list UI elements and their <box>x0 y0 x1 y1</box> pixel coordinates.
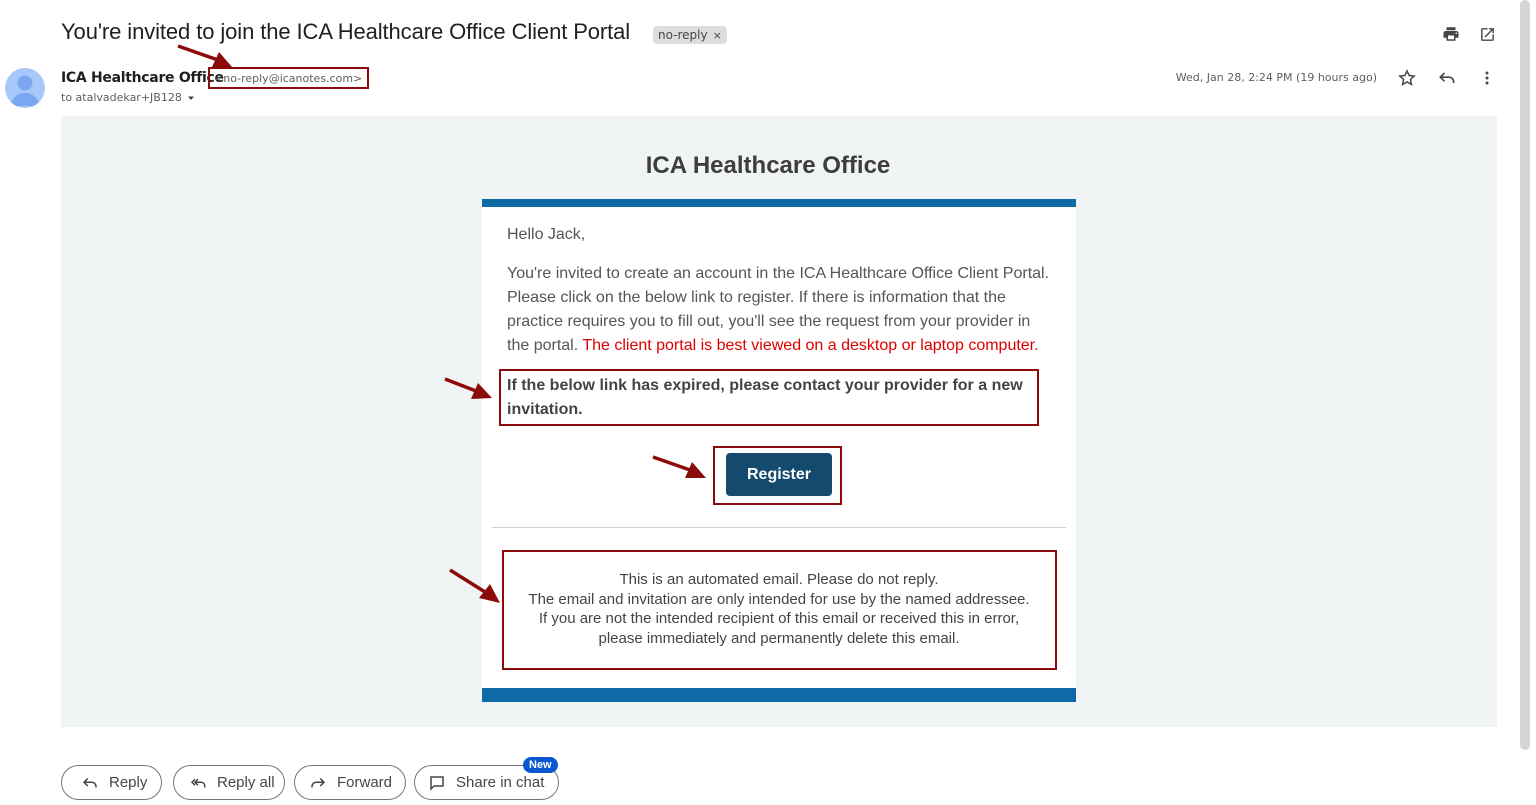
invitation-paragraph: You're invited to create an account in t… <box>507 262 1052 358</box>
email-subject: You're invited to join the ICA Healthcar… <box>61 19 631 44</box>
reply-all-icon <box>190 778 206 787</box>
annotation-arrow-icon <box>449 568 500 603</box>
annotation-arrow-icon <box>444 377 492 399</box>
reply-all-label: Reply all <box>217 774 275 791</box>
reply-icon <box>82 777 97 787</box>
recipient-line: to atalvadekar+JB128 <box>61 91 182 104</box>
scrollbar[interactable] <box>1520 0 1530 750</box>
divider <box>492 527 1066 528</box>
open-in-new-icon[interactable] <box>1477 24 1497 44</box>
avatar[interactable] <box>5 68 45 108</box>
new-badge: New <box>523 757 558 773</box>
caret-down-icon <box>187 96 194 100</box>
desktop-recommendation: The client portal is best viewed on a de… <box>582 337 1039 354</box>
annotation-arrow-icon <box>652 455 706 478</box>
reply-button[interactable]: Reply <box>61 765 162 800</box>
annotation-box-expired-note <box>499 369 1039 426</box>
star-icon[interactable] <box>1396 67 1418 89</box>
share-in-chat-label: Share in chat <box>456 774 545 791</box>
print-icon[interactable] <box>1441 24 1461 44</box>
label-chip-no-reply[interactable]: no-reply × <box>653 26 727 44</box>
remove-label-icon[interactable]: × <box>713 29 722 42</box>
reply-all-button[interactable]: Reply all <box>173 765 285 800</box>
email-date: Wed, Jan 28, 2:24 PM (19 hours ago) <box>1175 71 1377 84</box>
annotation-arrow-icon <box>177 44 232 67</box>
label-chip-text: no-reply <box>658 28 708 42</box>
more-vert-icon[interactable] <box>1476 67 1498 89</box>
greeting: Hello Jack, <box>507 226 586 243</box>
organization-title: ICA Healthcare Office <box>645 152 891 179</box>
forward-label: Forward <box>337 774 393 791</box>
annotation-box-register <box>713 446 842 505</box>
reply-label: Reply <box>109 774 148 791</box>
recipient-details-toggle[interactable]: to atalvadekar+JB128 <box>61 91 196 104</box>
chat-icon <box>430 775 444 791</box>
person-icon <box>10 75 40 106</box>
forward-button[interactable]: Forward <box>294 765 406 800</box>
forward-icon <box>311 777 326 787</box>
annotation-box-disclaimer <box>502 550 1057 670</box>
reply-icon[interactable] <box>1436 67 1458 89</box>
